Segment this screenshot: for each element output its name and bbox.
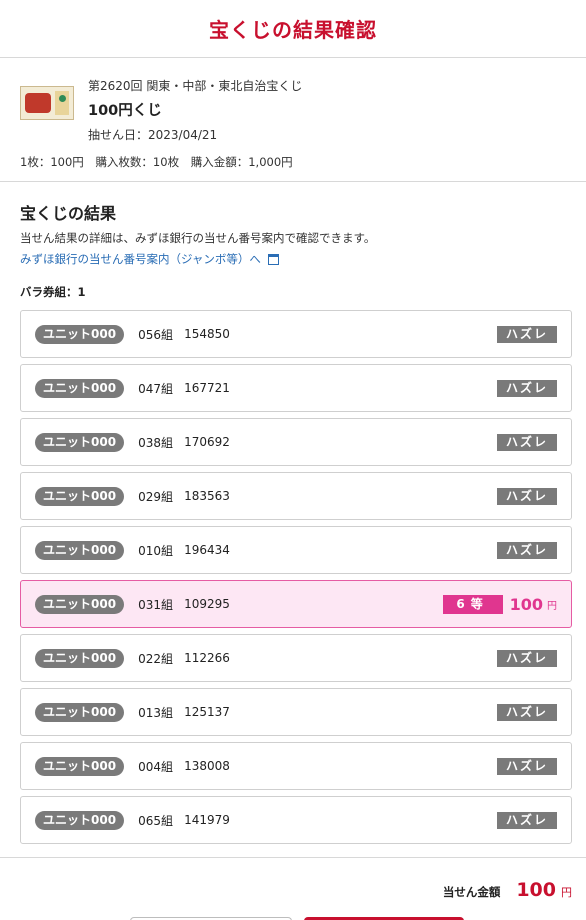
table-row[interactable]: ユニット000 056組 154850 ハズレ xyxy=(20,310,572,358)
unit-badge: ユニット000 xyxy=(35,594,125,614)
purchase-total: 購入金額：1,000円 xyxy=(190,155,293,169)
page-title: 宝くじの結果確認 xyxy=(209,18,377,42)
ticket-issue: 第2620回 関東・中部・東北自治宝くじ xyxy=(88,79,303,93)
kumi: 047組 xyxy=(138,381,173,396)
table-row[interactable]: ユニット000 004組 138008 ハズレ xyxy=(20,742,572,790)
prize-yen: 円 xyxy=(547,600,557,612)
unit-price: 1枚：100円 xyxy=(20,155,84,169)
table-row[interactable]: ユニット000 022組 112266 ハズレ xyxy=(20,634,572,682)
mizuho-link-label[interactable]: みずほ銀行の当せん番号案内（ジャンボ等）へ xyxy=(20,251,261,267)
unit-badge: ユニット000 xyxy=(35,378,125,398)
status-badge: ハズレ xyxy=(497,325,557,343)
kumi: 004組 xyxy=(138,759,173,774)
winning-total: 当せん金額 100 円 xyxy=(443,879,572,901)
unit-badge: ユニット000 xyxy=(35,648,125,668)
table-row[interactable]: ユニット000 065組 141979 ハズレ xyxy=(20,796,572,844)
ticket-name: 100円くじ xyxy=(88,103,162,119)
status-badge: ハズレ xyxy=(497,487,557,505)
unit-badge: ユニット000 xyxy=(35,486,125,506)
ticket-number: 170692 xyxy=(184,435,230,449)
kumi: 038組 xyxy=(138,435,173,450)
prize-amount: 100 xyxy=(509,594,543,614)
ticket-thumbnail-icon xyxy=(20,86,74,120)
unit-badge: ユニット000 xyxy=(35,756,125,776)
unit-badge: ユニット000 xyxy=(35,324,125,344)
status-badge: ハズレ xyxy=(497,757,557,775)
table-row[interactable]: ユニット000 038組 170692 ハズレ xyxy=(20,418,572,466)
purchase-summary: 1枚：100円 購入枚数：10枚 購入金額：1,000円 xyxy=(20,154,566,170)
results-note: 当せん結果の詳細は、みずほ銀行の当せん番号案内で確認できます。 xyxy=(20,231,376,245)
winning-total-unit: 円 xyxy=(561,886,572,899)
ticket-number: 109295 xyxy=(184,597,230,611)
winning-total-value: 100 xyxy=(516,879,556,901)
kumi: 010組 xyxy=(138,543,173,558)
prize-rank-badge: 6等 xyxy=(442,594,503,614)
ticket-info: 第2620回 関東・中部・東北自治宝くじ 100円くじ 抽せん日：2023/04… xyxy=(0,58,586,182)
draw-date: 抽せん日：2023/04/21 xyxy=(88,128,218,142)
table-row[interactable]: ユニット000 013組 125137 ハズレ xyxy=(20,688,572,736)
kumi: 031組 xyxy=(138,597,173,612)
unit-badge: ユニット000 xyxy=(35,432,125,452)
status-badge: ハズレ xyxy=(497,379,557,397)
unit-badge: ユニット000 xyxy=(35,810,125,830)
unit-badge: ユニット000 xyxy=(35,540,125,560)
result-list: ユニット000 056組 154850 ハズレ ユニット000 047組 167… xyxy=(20,310,572,844)
ticket-number: 138008 xyxy=(184,759,230,773)
ticket-number: 154850 xyxy=(184,327,230,341)
status-badge: ハズレ xyxy=(497,541,557,559)
kumi: 022組 xyxy=(138,651,173,666)
kumi: 013組 xyxy=(138,705,173,720)
table-row[interactable]: ユニット000 047組 167721 ハズレ xyxy=(20,364,572,412)
table-row[interactable]: ユニット000 029組 183563 ハズレ xyxy=(20,472,572,520)
ticket-number: 183563 xyxy=(184,489,230,503)
header: 宝くじの結果確認 xyxy=(0,0,586,58)
ticket-number: 125137 xyxy=(184,705,230,719)
new-window-icon[interactable] xyxy=(267,253,279,265)
kumi: 056組 xyxy=(138,327,173,342)
ticket-number: 141979 xyxy=(184,813,230,827)
unit-badge: ユニット000 xyxy=(35,702,125,722)
results-section: 宝くじの結果 当せん結果の詳細は、みずほ銀行の当せん番号案内で確認できます。 み… xyxy=(0,182,586,844)
purchase-count: 購入枚数：10枚 xyxy=(95,155,180,169)
results-title: 宝くじの結果 xyxy=(20,204,117,223)
footer: 当せん金額 100 円 xyxy=(0,857,586,920)
table-row[interactable]: ユニット000 010組 196434 ハズレ xyxy=(20,526,572,574)
ticket-number: 196434 xyxy=(184,543,230,557)
kumi: 065組 xyxy=(138,813,173,828)
winning-row[interactable]: ユニット000 031組 109295 6等 100 円 xyxy=(20,580,572,628)
status-badge: ハズレ xyxy=(497,433,557,451)
ticket-number: 112266 xyxy=(184,651,230,665)
bara-group-label: バラ券組：1 xyxy=(20,285,86,299)
winning-total-label: 当せん金額 xyxy=(442,885,501,899)
mizuho-link[interactable]: みずほ銀行の当せん番号案内（ジャンボ等）へ xyxy=(20,251,566,267)
kumi: 029組 xyxy=(138,489,173,504)
status-badge: ハズレ xyxy=(497,811,557,829)
ticket-number: 167721 xyxy=(184,381,230,395)
status-badge: ハズレ xyxy=(497,649,557,667)
status-badge: ハズレ xyxy=(497,703,557,721)
